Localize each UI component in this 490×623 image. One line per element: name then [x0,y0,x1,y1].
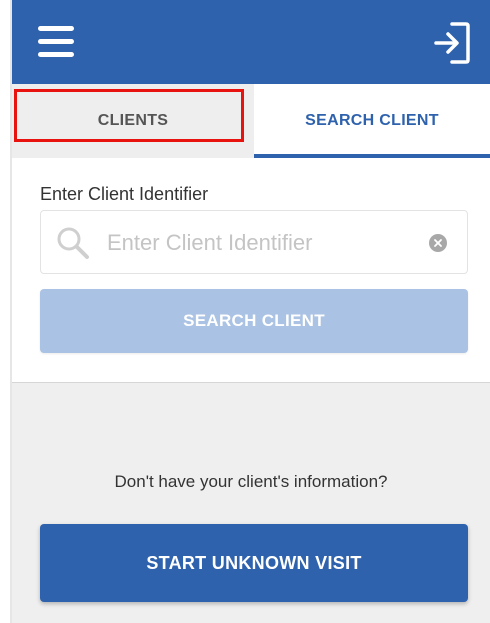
search-client-button-label: SEARCH CLIENT [183,311,325,330]
client-identifier-input[interactable] [105,221,429,265]
start-unknown-visit-button-label: START UNKNOWN VISIT [146,552,362,573]
search-field-container [40,210,468,274]
no-info-question: Don't have your client's information? [114,472,388,491]
top-app-bar [12,0,490,84]
tab-bar: CLIENTS SEARCH CLIENT [12,84,490,158]
screen: CLIENTS SEARCH CLIENT Enter Client Ident… [0,0,490,623]
hamburger-menu-icon[interactable] [36,24,76,60]
tab-search-client-label: SEARCH CLIENT [305,112,439,129]
tab-clients-label: CLIENTS [97,112,169,129]
search-icon [57,227,89,259]
search-panel: Enter Client Identifier SEARCH CLIENT [12,158,490,383]
search-client-button[interactable]: SEARCH CLIENT [40,289,468,353]
app-container: CLIENTS SEARCH CLIENT Enter Client Ident… [12,0,490,623]
start-unknown-visit-button[interactable]: START UNKNOWN VISIT [40,524,468,602]
tab-search-client[interactable]: SEARCH CLIENT [254,84,490,158]
clear-icon[interactable] [429,234,447,252]
tab-clients[interactable]: CLIENTS [12,84,254,158]
logout-icon[interactable] [432,20,472,66]
client-identifier-label: Enter Client Identifier [40,184,209,204]
